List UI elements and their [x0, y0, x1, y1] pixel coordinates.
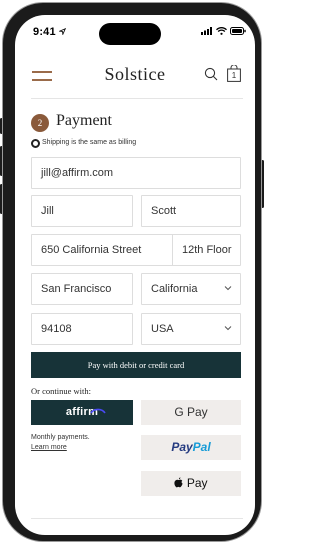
address-line2-field[interactable]: 12th Floor [172, 234, 241, 266]
first-name-value: Jill [41, 205, 54, 217]
country-select[interactable]: USA [141, 313, 241, 345]
wifi-icon [216, 27, 227, 35]
chevron-down-icon [224, 286, 232, 291]
status-time-text: 9:41 [33, 26, 56, 38]
email-field[interactable]: jill@affirm.com [31, 157, 241, 189]
brand-logo[interactable]: Solstice [15, 64, 255, 85]
pay-with-card-button[interactable]: Pay with debit or credit card [31, 352, 241, 378]
search-icon[interactable] [204, 67, 218, 81]
cellular-signal-icon [201, 27, 212, 35]
city-field[interactable]: San Francisco [31, 273, 133, 305]
footer-divider [31, 518, 243, 519]
last-name-value: Scott [151, 205, 177, 217]
paypal-button[interactable]: PayPal [141, 435, 241, 460]
header-divider [31, 98, 243, 99]
chevron-down-icon [224, 326, 232, 331]
email-value: jill@affirm.com [41, 167, 114, 179]
status-time: 9:41 [33, 26, 67, 38]
affirm-arc-icon [90, 408, 106, 414]
power-button [261, 160, 264, 208]
dynamic-island [99, 23, 161, 45]
state-value: California [151, 283, 198, 295]
learn-more-link[interactable]: Learn more [31, 444, 67, 451]
zip-field[interactable]: 94108 [31, 313, 133, 345]
section-title: Payment [56, 112, 112, 129]
apple-pay-label: Pay [186, 476, 208, 490]
last-name-field[interactable]: Scott [141, 195, 241, 227]
address-line1-field[interactable]: 650 California Street [31, 234, 174, 266]
address-line2-value: 12th Floor [182, 244, 232, 256]
paypal-label-part2: Pal [192, 440, 211, 454]
google-pay-label: G Pay [174, 405, 208, 419]
phone-frame: 9:41 Solstice 1 2 Payment Shipping is th… [3, 3, 261, 541]
cart-count: 1 [231, 71, 237, 80]
shipping-same-label[interactable]: Shipping is the same as billing [42, 139, 136, 146]
affirm-button[interactable]: affirm [31, 400, 133, 425]
country-value: USA [151, 323, 174, 335]
battery-icon [230, 27, 246, 35]
paypal-label-part1: Pay [171, 440, 193, 454]
city-value: San Francisco [41, 283, 112, 295]
shipping-same-radio[interactable] [31, 139, 40, 148]
first-name-field[interactable]: Jill [31, 195, 133, 227]
continue-with-label: Or continue with: [31, 386, 91, 396]
address-line1-value: 650 California Street [41, 244, 142, 256]
step-badge: 2 [31, 114, 49, 132]
screen: 9:41 Solstice 1 2 Payment Shipping is th… [15, 15, 255, 535]
apple-icon [174, 477, 184, 488]
location-arrow-icon [58, 27, 67, 36]
zip-value: 94108 [41, 323, 72, 335]
state-select[interactable]: California [141, 273, 241, 305]
monthly-payments-text: Monthly payments. [31, 434, 90, 441]
google-pay-button[interactable]: G Pay [141, 400, 241, 425]
cart-button[interactable]: 1 [227, 64, 241, 87]
apple-pay-button[interactable]: Pay [141, 471, 241, 496]
status-icons [201, 27, 246, 35]
